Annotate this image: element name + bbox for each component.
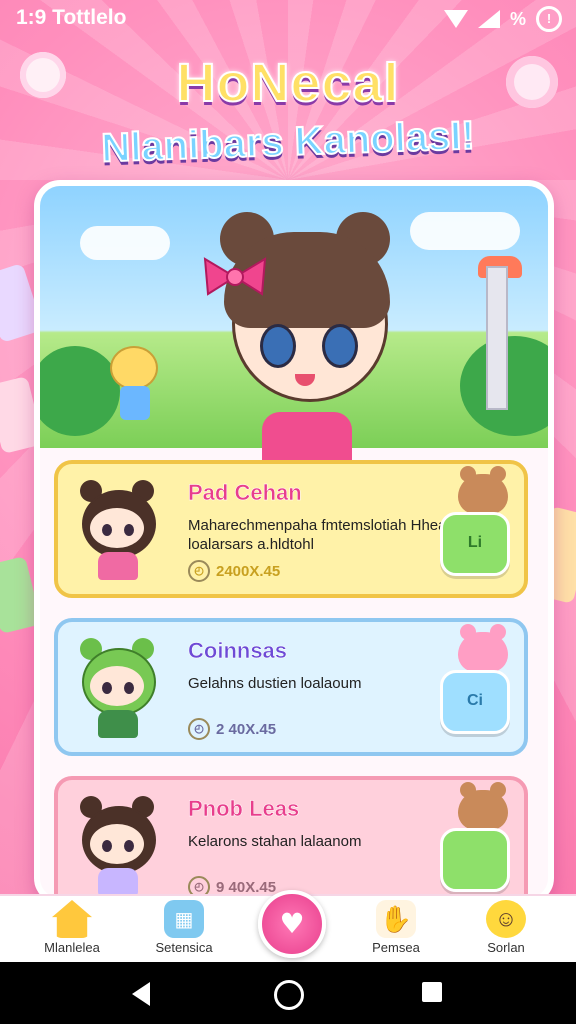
tree — [40, 346, 120, 436]
card-meta-value: 9 40X.45 — [216, 878, 277, 896]
status-bar: 1:9 Tottlelo % ! — [0, 0, 576, 36]
avatar — [76, 796, 158, 896]
clock-icon: ◴ — [188, 718, 210, 740]
character-list: Pad Cehan Maharechmenpaha fmtemslotiah H… — [54, 460, 528, 898]
heart-action-button[interactable]: ♥ — [258, 890, 326, 958]
card-meta: ◴ 2400X.45 — [188, 560, 280, 582]
card-description: Maharechmenpaha fmtemslotiah Hhea loalar… — [188, 517, 447, 553]
girl-character — [203, 206, 400, 462]
nav-label: Mlanlelea — [44, 940, 100, 955]
house-icon — [52, 900, 92, 938]
status-time: 1:9 Tottlelo — [16, 6, 127, 29]
nav-label: Setensica — [155, 940, 213, 955]
card-description: Kelarons stahan lalaanom — [188, 833, 362, 850]
glove-icon: ✋ — [376, 900, 416, 938]
app-title: HoNecal Nlanibars KanolasI! — [0, 52, 576, 172]
list-item[interactable]: Pad Cehan Maharechmenpaha fmtemslotiah H… — [54, 460, 528, 598]
clock-icon: ◴ — [188, 560, 210, 582]
card-description: Gelahns dustien loalaoum — [188, 675, 362, 692]
alarm-icon: ! — [536, 6, 562, 32]
nav-item-gloves[interactable]: ✋ Pemsea — [346, 900, 446, 955]
signal-icon — [477, 10, 500, 28]
card-title: Pnob Leas — [188, 796, 300, 822]
nav-label: Sorlan — [487, 940, 525, 955]
boy-character — [110, 346, 160, 426]
system-navigation-bar — [0, 962, 576, 1024]
nav-label: Pemsea — [372, 940, 420, 955]
card-action-button[interactable]: Ci — [440, 670, 510, 734]
nav-item-profile[interactable]: ☺ Sorlan — [456, 900, 556, 955]
card-title: Pad Cehan — [188, 480, 302, 506]
wifi-icon — [443, 10, 468, 28]
home-icon[interactable] — [274, 980, 304, 1010]
recent-apps-icon[interactable] — [422, 982, 442, 1002]
title-line-1: HoNecal — [175, 52, 400, 114]
heart-icon: ♥ — [279, 907, 305, 940]
nav-item-home[interactable]: Mlanlelea — [22, 900, 122, 955]
bottom-nav: Mlanlelea ▦ Setensica ♥ ✋ Pemsea ☺ Sorla… — [0, 890, 576, 964]
back-icon[interactable] — [132, 982, 150, 1006]
bear-icon — [458, 466, 508, 514]
status-icons: % ! — [443, 6, 562, 32]
bow-icon — [203, 257, 267, 296]
cloud — [80, 226, 170, 260]
card-meta-value: 2400X.45 — [216, 562, 281, 580]
hero-scene — [40, 186, 548, 462]
list-item[interactable]: Pnob Leas Kelarons stahan lalaanom ◴ 9 4… — [54, 776, 528, 898]
avatar — [76, 638, 158, 738]
avatar — [76, 480, 158, 580]
list-item[interactable]: Coinnsas Gelahns dustien loalaoum ◴ 2 40… — [54, 618, 528, 756]
tower — [486, 266, 508, 410]
card-meta: ◴ 2 40X.45 — [188, 718, 276, 740]
card-action-button[interactable] — [440, 828, 510, 892]
card-title: Coinnsas — [188, 638, 288, 664]
card-action-button[interactable]: Li — [440, 512, 510, 576]
nav-item-schedule[interactable]: ▦ Setensica — [134, 900, 234, 955]
bear-icon — [458, 782, 508, 830]
calendar-icon: ▦ — [164, 900, 204, 938]
cat-icon — [458, 624, 508, 672]
smiley-icon: ☺ — [486, 900, 526, 938]
battery-text: % — [509, 8, 526, 29]
cloud — [410, 212, 520, 250]
main-panel: Pad Cehan Maharechmenpaha fmtemslotiah H… — [34, 180, 554, 904]
card-meta-value: 2 40X.45 — [216, 720, 277, 738]
